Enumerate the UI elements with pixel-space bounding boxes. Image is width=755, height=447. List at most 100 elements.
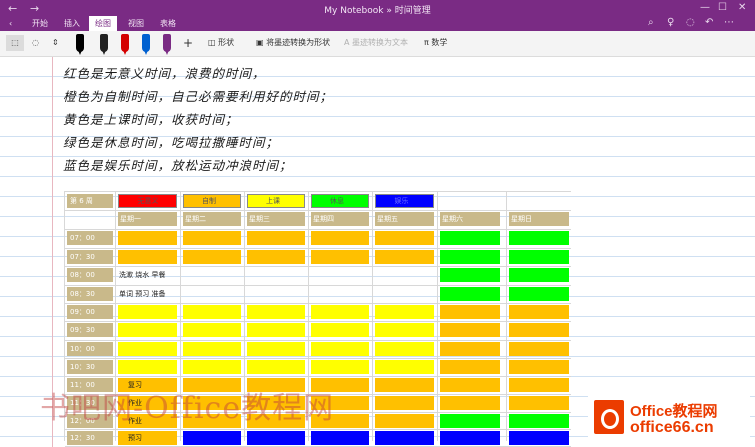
red-pen-icon[interactable]	[121, 34, 129, 52]
more-icon[interactable]: ⋯	[724, 17, 734, 28]
schedule-block[interactable]	[375, 305, 434, 319]
schedule-block[interactable]	[118, 231, 177, 245]
schedule-block[interactable]	[440, 431, 500, 445]
tab-draw[interactable]: 绘图	[89, 16, 117, 31]
schedule-block[interactable]	[247, 323, 305, 337]
schedule-block[interactable]	[440, 305, 500, 319]
schedule-block[interactable]	[247, 305, 305, 319]
grid-row-line	[65, 376, 571, 377]
schedule-block[interactable]	[183, 305, 241, 319]
blue-pen-icon[interactable]	[142, 34, 150, 52]
office-logo-icon	[594, 400, 624, 434]
schedule-block[interactable]	[183, 342, 241, 356]
note-line-orange: 橙色为自制时间，自己必需要利用好的时间；	[63, 89, 334, 104]
schedule-block[interactable]	[509, 378, 569, 392]
schedule-block[interactable]	[311, 250, 369, 264]
schedule-block[interactable]	[375, 342, 434, 356]
minimize-icon[interactable]: —	[700, 2, 710, 13]
schedule-block[interactable]	[311, 305, 369, 319]
time-label: 09：30	[70, 326, 95, 334]
black-pen-icon[interactable]	[76, 34, 84, 52]
schedule-block[interactable]	[440, 342, 500, 356]
schedule-block[interactable]	[183, 231, 241, 245]
day-header-text: 星期三	[249, 215, 270, 223]
schedule-block[interactable]	[311, 360, 369, 374]
schedule-block[interactable]	[118, 305, 177, 319]
schedule-block[interactable]	[375, 250, 434, 264]
schedule-block[interactable]	[509, 396, 569, 410]
watermark: 书吧网-Office教程网	[40, 391, 335, 426]
schedule-block[interactable]	[311, 431, 369, 445]
space-icon[interactable]: ⇕	[52, 35, 59, 51]
schedule-block[interactable]	[440, 323, 500, 337]
schedule-block[interactable]	[311, 231, 369, 245]
schedule-block[interactable]	[183, 250, 241, 264]
schedule-block[interactable]	[509, 342, 569, 356]
add-pen-icon[interactable]: +	[183, 35, 193, 51]
schedule-block[interactable]	[118, 250, 177, 264]
grid-row-line	[65, 321, 571, 322]
bell-icon[interactable]: ◌	[686, 17, 695, 28]
schedule-block[interactable]	[311, 342, 369, 356]
logo-line2: office66.cn	[630, 419, 714, 436]
schedule-block[interactable]	[375, 231, 434, 245]
ink-to-shape-button[interactable]: ▣ 将墨迹转换为形状	[256, 35, 330, 51]
schedule-block[interactable]	[247, 342, 305, 356]
schedule-block[interactable]	[118, 342, 177, 356]
schedule-block[interactable]	[118, 431, 177, 445]
tab-view[interactable]: 视图	[122, 16, 150, 31]
schedule-block[interactable]	[440, 250, 500, 264]
schedule-block[interactable]	[509, 360, 569, 374]
draw-toolbar: ⬚ ◌ ⇕ + ◫ 形状 ▣ 将墨迹转换为形状 A 墨迹转换为文本 π 数学	[0, 31, 755, 57]
select-tool-icon[interactable]: ⬚	[6, 35, 24, 51]
schedule-block[interactable]	[311, 323, 369, 337]
schedule-block[interactable]	[440, 268, 500, 282]
lasso-icon[interactable]: ◌	[32, 35, 39, 51]
tab-table[interactable]: 表格	[154, 16, 182, 31]
schedule-block[interactable]	[183, 431, 241, 445]
schedule-block[interactable]	[440, 396, 500, 410]
schedule-block[interactable]	[375, 414, 434, 428]
schedule-block[interactable]	[509, 414, 569, 428]
math-button[interactable]: π 数学	[424, 35, 447, 51]
schedule-block[interactable]	[247, 431, 305, 445]
schedule-block[interactable]	[440, 231, 500, 245]
day-header-text: 星期一	[120, 215, 141, 223]
ink-to-text-button[interactable]: A 墨迹转换为文本	[344, 35, 408, 51]
schedule-block[interactable]	[440, 378, 500, 392]
schedule-block[interactable]	[118, 360, 177, 374]
close-icon[interactable]: ✕	[738, 2, 746, 13]
ribbon-back-icon[interactable]: ‹	[3, 16, 18, 31]
schedule-block[interactable]	[247, 250, 305, 264]
shapes-button[interactable]: ◫ 形状	[208, 35, 234, 51]
schedule-block[interactable]	[509, 250, 569, 264]
lightbulb-icon[interactable]: ♀	[667, 17, 674, 28]
schedule-block[interactable]	[509, 323, 569, 337]
schedule-block[interactable]	[440, 414, 500, 428]
schedule-block[interactable]	[509, 305, 569, 319]
schedule-block[interactable]	[375, 323, 434, 337]
tab-insert[interactable]: 插入	[58, 16, 86, 31]
maximize-icon[interactable]: ☐	[718, 2, 727, 13]
schedule-block[interactable]	[183, 323, 241, 337]
schedule-block[interactable]	[440, 287, 500, 301]
schedule-block[interactable]	[440, 360, 500, 374]
schedule-block[interactable]	[509, 268, 569, 282]
schedule-block[interactable]	[183, 360, 241, 374]
dark-pen-icon[interactable]	[100, 34, 108, 52]
schedule-block[interactable]	[375, 431, 434, 445]
schedule-block[interactable]	[509, 287, 569, 301]
schedule-block[interactable]	[247, 231, 305, 245]
tab-home[interactable]: 开始	[26, 16, 54, 31]
time-label: 09：00	[70, 308, 95, 316]
schedule-block[interactable]	[509, 431, 569, 445]
schedule-block[interactable]	[118, 323, 177, 337]
undo-icon[interactable]: ↶	[705, 17, 713, 28]
schedule-block[interactable]	[375, 378, 434, 392]
search-icon[interactable]: ⌕	[648, 17, 654, 28]
schedule-block[interactable]	[375, 396, 434, 410]
schedule-block[interactable]	[375, 360, 434, 374]
schedule-block[interactable]	[509, 231, 569, 245]
schedule-block[interactable]	[247, 360, 305, 374]
purple-highlighter-icon[interactable]	[163, 34, 171, 52]
